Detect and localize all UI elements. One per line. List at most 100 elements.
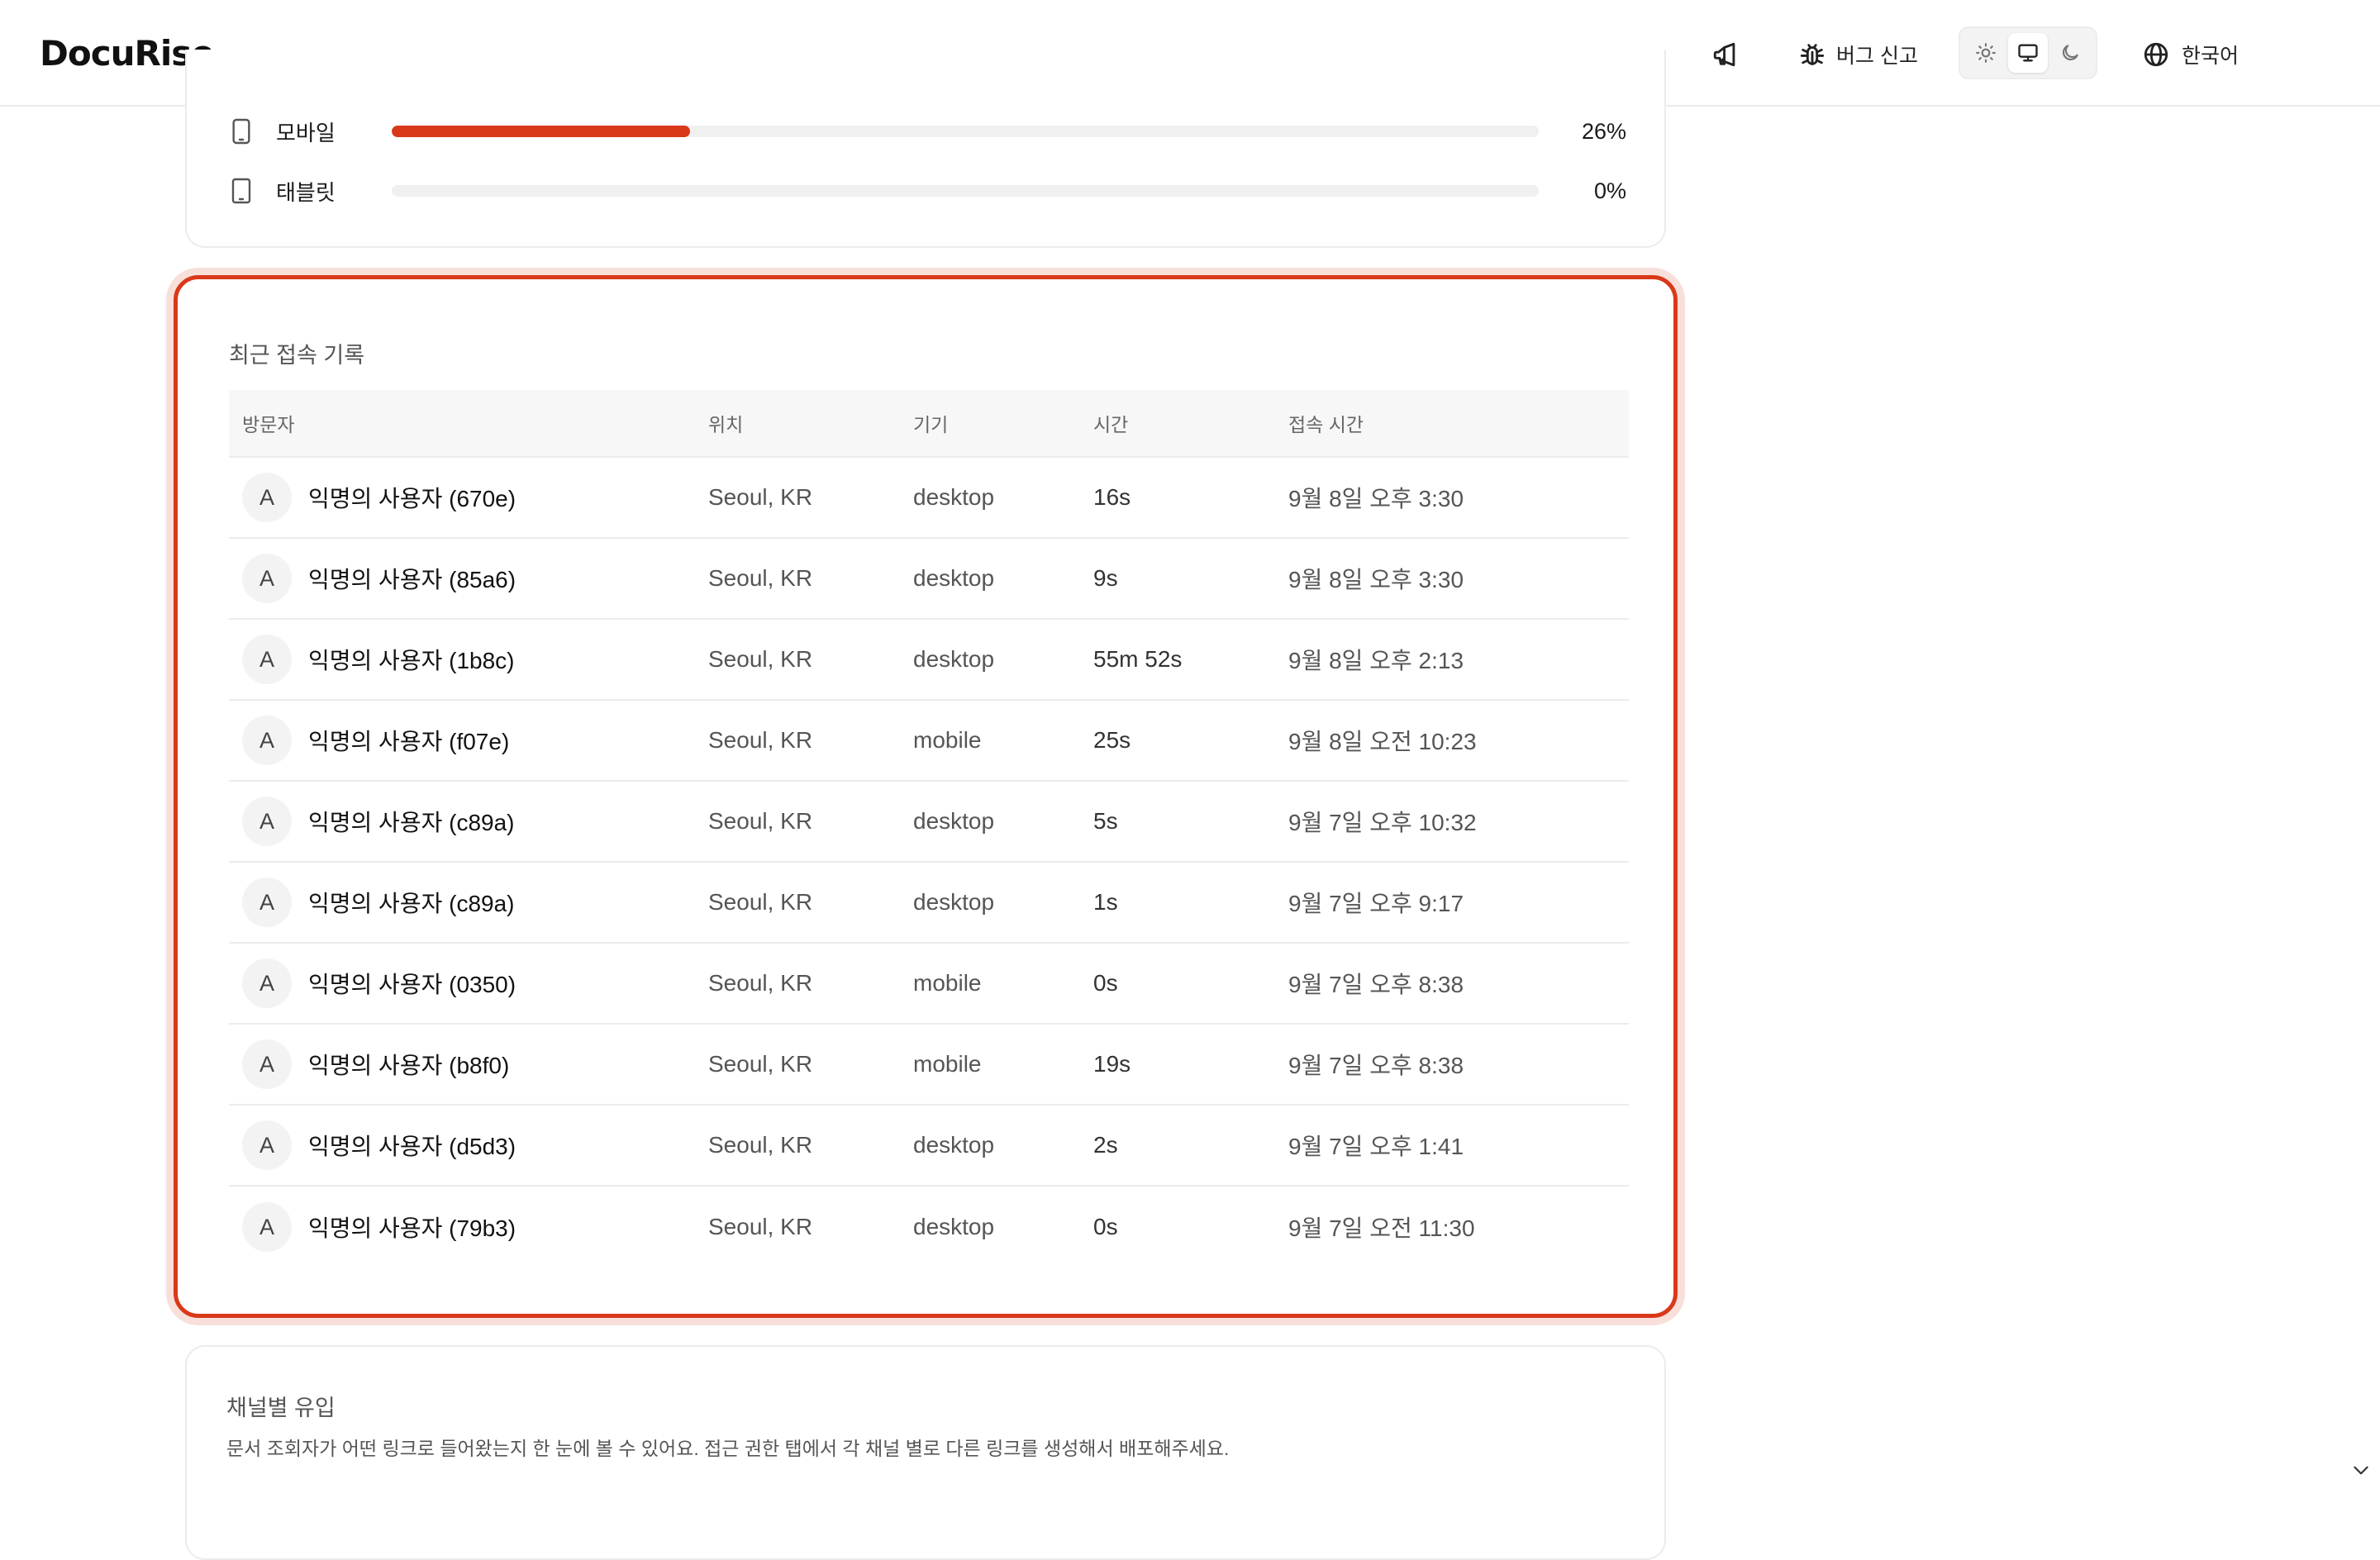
- avatar: A: [242, 1120, 292, 1170]
- table-row[interactable]: A 익명의 사용자 (0350) Seoul, KRmobile0s9월 7일 오후…: [229, 944, 1629, 1025]
- location-cell: Seoul, KR: [708, 565, 913, 592]
- duration-cell: 16s: [1093, 484, 1288, 511]
- table-header: 방문자 위치 기기 시간 접속 시간: [229, 390, 1629, 458]
- location-cell: Seoul, KR: [708, 484, 913, 511]
- device-cell: desktop: [913, 889, 1093, 916]
- device-share-bar: [392, 185, 1539, 197]
- recent-access-title: 최근 접속 기록: [229, 337, 364, 369]
- visitor-cell: A 익명의 사용자 (f07e): [229, 716, 708, 765]
- bug-report-button[interactable]: 버그 신고: [1798, 36, 1918, 73]
- accessed-at-cell: 9월 7일 오후 8:38: [1288, 967, 1629, 1000]
- device-share-bar: [392, 126, 1539, 137]
- device-cell: desktop: [913, 484, 1093, 511]
- accessed-at-cell: 9월 7일 오후 10:32: [1288, 805, 1629, 838]
- avatar: A: [242, 958, 292, 1008]
- monitor-icon: [2016, 41, 2040, 64]
- avatar: A: [242, 635, 292, 684]
- column-header-accessed-at: 접속 시간: [1288, 409, 1629, 437]
- device-percent: 0%: [1539, 178, 1626, 204]
- duration-cell: 1s: [1093, 889, 1288, 916]
- accessed-at-cell: 9월 8일 오후 2:13: [1288, 643, 1629, 676]
- avatar: A: [242, 1202, 292, 1252]
- avatar: A: [242, 797, 292, 846]
- location-cell: Seoul, KR: [708, 889, 913, 916]
- bug-icon: [1798, 40, 1826, 69]
- device-breakdown-card: 모바일 26% 태블릿 0%: [185, 50, 1666, 248]
- theme-dark-option[interactable]: [2050, 33, 2090, 73]
- table-row[interactable]: A 익명의 사용자 (d5d3) Seoul, KRdesktop2s9월 7일 오…: [229, 1106, 1629, 1187]
- visitor-name: 익명의 사용자 (0350): [308, 967, 516, 1000]
- table-row[interactable]: A익명의 사용자 (85a6)Seoul, KRdesktop9s9월 8일 오…: [229, 539, 1629, 620]
- location-cell: Seoul, KR: [708, 808, 913, 835]
- accessed-at-cell: 9월 7일 오후 8:38: [1288, 1048, 1629, 1081]
- visitor-cell: A 익명의 사용자 (c89a): [229, 797, 708, 846]
- location-cell: Seoul, KR: [708, 646, 913, 673]
- avatar: A: [242, 716, 292, 765]
- table-row[interactable]: A익명의 사용자 (f07e)Seoul, KRmobile25s9월 8일 오…: [229, 701, 1629, 782]
- announcements-button[interactable]: [1707, 36, 1744, 73]
- visitor-name: 익명의 사용자 (c89a): [308, 886, 515, 919]
- duration-cell: 0s: [1093, 1214, 1288, 1240]
- device-label: 태블릿: [276, 176, 392, 207]
- device-cell: desktop: [913, 565, 1093, 592]
- visitor-name: 익명의 사용자 (1b8c): [308, 643, 515, 676]
- visitor-cell: A익명의 사용자 (670e): [229, 473, 708, 522]
- avatar: A: [242, 878, 292, 927]
- location-cell: Seoul, KR: [708, 1132, 913, 1158]
- device-row-mobile: 모바일 26%: [230, 113, 1626, 150]
- visitor-cell: A 익명의 사용자 (b8f0): [229, 1039, 708, 1089]
- visitor-name: 익명의 사용자 (d5d3): [308, 1129, 516, 1162]
- tablet-icon: [230, 176, 253, 206]
- table-row[interactable]: A익명의 사용자 (c89a)Seoul, KRdesktop5s9월 7일 오…: [229, 782, 1629, 863]
- theme-light-option[interactable]: [1966, 33, 2006, 73]
- device-row-tablet: 태블릿 0%: [230, 173, 1626, 209]
- table-row[interactable]: A익명의 사용자 (79b3)Seoul, KRdesktop0s9월 7일 오…: [229, 1187, 1629, 1268]
- recent-access-card: 최근 접속 기록 방문자 위치 기기 시간 접속 시간 A익명의 사용자 (67…: [174, 275, 1678, 1318]
- visitor-name: 익명의 사용자 (b8f0): [308, 1048, 509, 1081]
- table-row[interactable]: A익명의 사용자 (c89a)Seoul, KRdesktop1s9월 7일 오…: [229, 863, 1629, 944]
- language-label: 한국어: [2182, 40, 2239, 69]
- duration-cell: 0s: [1093, 970, 1288, 996]
- recent-access-table: 방문자 위치 기기 시간 접속 시간 A익명의 사용자 (670e)Seoul,…: [229, 390, 1629, 1268]
- channel-inflow-description: 문서 조회자가 어떤 링크로 들어왔는지 한 눈에 볼 수 있어요. 접근 권한…: [226, 1433, 1229, 1461]
- device-label: 모바일: [276, 117, 392, 147]
- theme-system-option[interactable]: [2008, 33, 2048, 73]
- device-cell: desktop: [913, 1132, 1093, 1158]
- device-cell: desktop: [913, 646, 1093, 673]
- visitor-cell: A익명의 사용자 (85a6): [229, 554, 708, 603]
- visitor-cell: A 익명의 사용자 (1b8c): [229, 635, 708, 684]
- visitor-cell: A 익명의 사용자 (d5d3): [229, 1120, 708, 1170]
- bug-report-label: 버그 신고: [1836, 40, 1918, 69]
- device-cell: mobile: [913, 970, 1093, 996]
- accessed-at-cell: 9월 8일 오후 3:30: [1288, 562, 1629, 595]
- accessed-at-cell: 9월 7일 오후 1:41: [1288, 1129, 1629, 1162]
- table-row[interactable]: A익명의 사용자 (b8f0)Seoul, KRmobile19s9월 7일 오…: [229, 1025, 1629, 1106]
- visitor-name: 익명의 사용자 (f07e): [308, 724, 509, 757]
- visitor-name: 익명의 사용자 (79b3): [308, 1210, 516, 1244]
- chevron-down-icon[interactable]: [2350, 1459, 2372, 1481]
- avatar: A: [242, 1039, 292, 1089]
- table-row[interactable]: A익명의 사용자 (1b8c)Seoul, KRdesktop55m 52s9월…: [229, 620, 1629, 701]
- visitor-cell: A 익명의 사용자 (c89a): [229, 878, 708, 927]
- language-selector[interactable]: 한국어: [2142, 36, 2239, 73]
- sun-icon: [1975, 42, 1997, 64]
- column-header-location: 위치: [708, 409, 913, 437]
- duration-cell: 9s: [1093, 565, 1288, 592]
- moon-icon: [2059, 42, 2081, 64]
- globe-icon: [2142, 40, 2170, 69]
- channel-inflow-card: 채널별 유입 문서 조회자가 어떤 링크로 들어왔는지 한 눈에 볼 수 있어요…: [185, 1345, 1666, 1560]
- table-row[interactable]: A익명의 사용자 (670e)Seoul, KRdesktop16s9월 8일 …: [229, 458, 1629, 539]
- accessed-at-cell: 9월 7일 오전 11:30: [1288, 1210, 1629, 1244]
- location-cell: Seoul, KR: [708, 1051, 913, 1077]
- device-cell: desktop: [913, 808, 1093, 835]
- mobile-icon: [230, 117, 253, 146]
- location-cell: Seoul, KR: [708, 970, 913, 996]
- visitor-cell: A 익명의 사용자 (0350): [229, 958, 708, 1008]
- channel-inflow-title: 채널별 유입: [226, 1390, 336, 1422]
- device-cell: desktop: [913, 1214, 1093, 1240]
- column-header-visitor: 방문자: [229, 409, 708, 437]
- duration-cell: 2s: [1093, 1132, 1288, 1158]
- megaphone-icon: [1711, 40, 1740, 69]
- visitor-name: 익명의 사용자 (c89a): [308, 805, 515, 838]
- duration-cell: 25s: [1093, 727, 1288, 754]
